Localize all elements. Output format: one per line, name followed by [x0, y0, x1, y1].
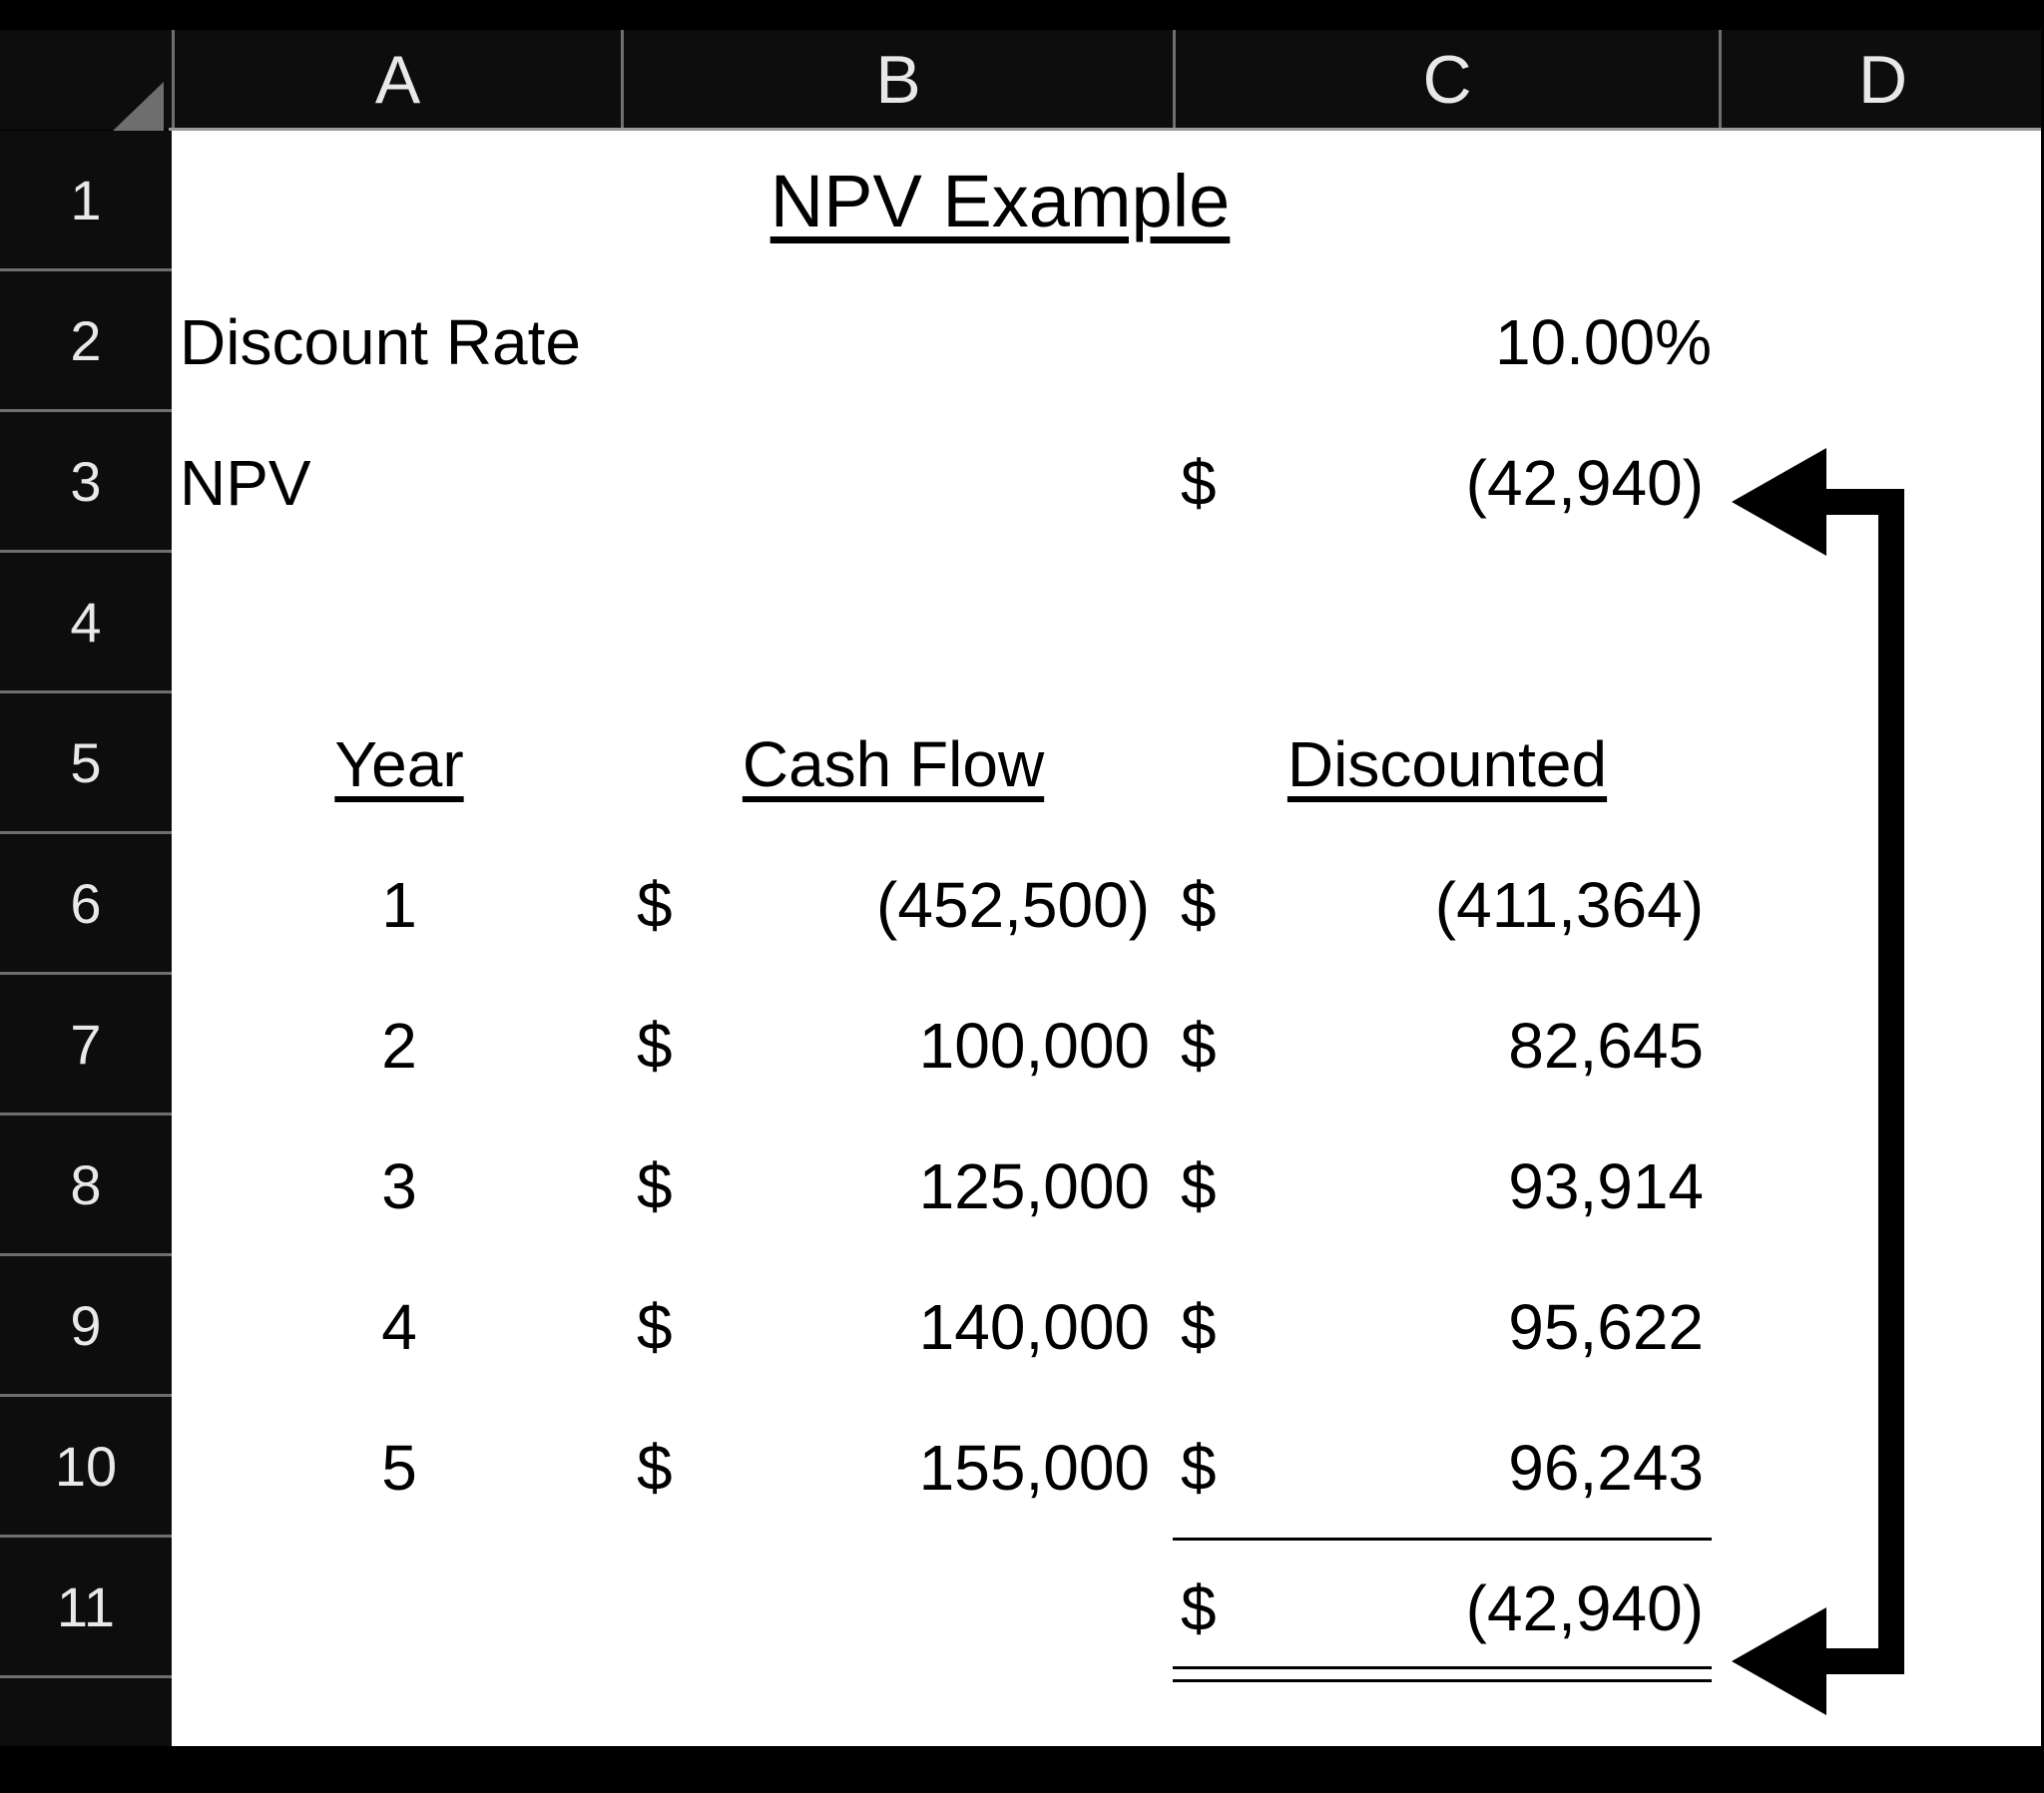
column-header-a[interactable]: A: [172, 30, 621, 130]
currency-symbol: $: [1181, 1431, 1217, 1504]
currency-symbol: $: [637, 868, 673, 941]
cell-c10-discounted[interactable]: $ 96,243: [1173, 1397, 1712, 1538]
amount-text: (452,500): [876, 868, 1150, 941]
column-header-c[interactable]: C: [1173, 30, 1719, 130]
column-header-b[interactable]: B: [621, 30, 1173, 130]
cell-b7-cash-flow[interactable]: $ 100,000: [629, 975, 1158, 1116]
currency-symbol: $: [1181, 1290, 1217, 1363]
row-header-5[interactable]: 5: [0, 693, 172, 834]
amount-text: (411,364): [1434, 868, 1704, 941]
window-bottom-strip: [0, 1746, 2044, 1793]
column-header-d[interactable]: D: [1719, 30, 2044, 130]
cell-a3-npv-label[interactable]: NPV: [180, 412, 579, 553]
row-header-8[interactable]: 8: [0, 1116, 172, 1256]
cell-c2-discount-rate-value[interactable]: 10.00%: [1173, 271, 1712, 412]
currency-symbol: $: [1181, 1571, 1217, 1644]
cell-a9-year[interactable]: 4: [289, 1256, 509, 1397]
cell-b6-cash-flow[interactable]: $ (452,500): [629, 834, 1158, 975]
cell-c7-discounted[interactable]: $ 82,645: [1173, 975, 1712, 1116]
currency-symbol: $: [1181, 868, 1217, 941]
select-all-corner[interactable]: [0, 30, 172, 132]
cell-b9-cash-flow[interactable]: $ 140,000: [629, 1256, 1158, 1397]
amount-text: 95,622: [1508, 1290, 1704, 1363]
amount-text: 100,000: [918, 1009, 1150, 1082]
amount-text: 82,645: [1508, 1009, 1704, 1082]
currency-symbol: $: [637, 1290, 673, 1363]
amount-text: 140,000: [918, 1290, 1150, 1363]
row-header-7[interactable]: 7: [0, 975, 172, 1116]
cell-b5-header-cash-flow[interactable]: Cash Flow: [659, 693, 1128, 834]
window-top-strip: [0, 0, 2044, 30]
amount-text: 125,000: [918, 1149, 1150, 1222]
currency-symbol: $: [637, 1149, 673, 1222]
currency-symbol: $: [1181, 1149, 1217, 1222]
cell-a8-year[interactable]: 3: [289, 1116, 509, 1256]
select-all-triangle-icon: [112, 82, 164, 132]
row-header-10[interactable]: 10: [0, 1397, 172, 1538]
amount-text: 96,243: [1508, 1431, 1704, 1504]
currency-symbol: $: [1181, 446, 1217, 519]
cell-a7-year[interactable]: 2: [289, 975, 509, 1116]
row-header-11[interactable]: 11: [0, 1538, 172, 1678]
amount-text: 155,000: [918, 1431, 1150, 1504]
currency-symbol: $: [637, 1431, 673, 1504]
cell-c6-discounted[interactable]: $ (411,364): [1173, 834, 1712, 975]
amount-text: 93,914: [1508, 1149, 1704, 1222]
cell-b10-cash-flow[interactable]: $ 155,000: [629, 1397, 1158, 1538]
cell-c5-header-discounted[interactable]: Discounted: [1203, 693, 1692, 834]
cell-a2-discount-rate-label[interactable]: Discount Rate: [180, 271, 778, 412]
cell-b8-cash-flow[interactable]: $ 125,000: [629, 1116, 1158, 1256]
cell-c3-npv-value[interactable]: $ (42,940): [1173, 412, 1712, 553]
amount-text: (42,940): [1465, 446, 1704, 519]
cell-a10-year[interactable]: 5: [289, 1397, 509, 1538]
currency-symbol: $: [637, 1009, 673, 1082]
cell-c9-discounted[interactable]: $ 95,622: [1173, 1256, 1712, 1397]
row-header-12[interactable]: [0, 1678, 172, 1746]
cell-c8-discounted[interactable]: $ 93,914: [1173, 1116, 1712, 1256]
row-header-2[interactable]: 2: [0, 271, 172, 412]
amount-text: (42,940): [1465, 1571, 1704, 1644]
cell-c11-total[interactable]: $ (42,940): [1173, 1538, 1712, 1682]
currency-symbol: $: [1181, 1009, 1217, 1082]
row-header-6[interactable]: 6: [0, 834, 172, 975]
row-header-9[interactable]: 9: [0, 1256, 172, 1397]
spreadsheet-canvas: A B C D 1 2 3 4 5 6 7 8 9 10 11 NPV Exam…: [0, 0, 2044, 1793]
row-header-4[interactable]: 4: [0, 553, 172, 693]
cell-b1-title[interactable]: NPV Example: [621, 131, 1379, 271]
cell-a6-year[interactable]: 1: [289, 834, 509, 975]
cell-a5-header-year[interactable]: Year: [289, 693, 509, 834]
row-header-1[interactable]: 1: [0, 131, 172, 271]
row-header-3[interactable]: 3: [0, 412, 172, 553]
